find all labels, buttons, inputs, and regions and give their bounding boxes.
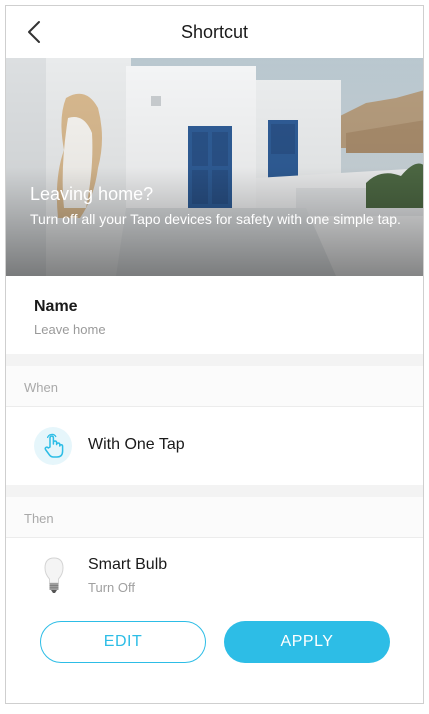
hero-text: Leaving home? Turn off all your Tapo dev…: [30, 184, 409, 228]
then-section-header: Then: [6, 497, 423, 538]
section-divider: [6, 354, 423, 366]
page-title: Shortcut: [180, 22, 249, 42]
device-row[interactable]: Smart Bulb Turn Off: [6, 538, 423, 616]
device-action: Turn Off: [88, 580, 135, 595]
edit-button[interactable]: EDIT: [40, 621, 206, 663]
tap-hand-icon: [34, 427, 72, 465]
top-bar: Shortcut: [6, 6, 423, 58]
name-section[interactable]: Name Leave home: [6, 276, 423, 354]
hero-heading: Leaving home?: [30, 184, 154, 204]
when-section-header: When: [6, 366, 423, 407]
shortcut-screen: Shortcut Leaving home? Turn off all your…: [5, 5, 424, 704]
name-value: Leave home: [34, 322, 106, 337]
section-divider: [6, 485, 423, 497]
bulb-icon: [44, 557, 64, 593]
hero-banner: Leaving home? Turn off all your Tapo dev…: [6, 58, 423, 276]
hero-image: [6, 58, 423, 276]
hero-description: Turn off all your Tapo devices for safet…: [30, 211, 401, 227]
when-header-label: When: [24, 380, 58, 395]
trigger-row[interactable]: With One Tap: [6, 407, 423, 485]
device-name: Smart Bulb: [88, 556, 168, 573]
trigger-label: With One Tap: [88, 436, 185, 453]
name-label: Name: [34, 298, 78, 315]
then-header-label: Then: [24, 511, 54, 526]
apply-button[interactable]: APPLY: [224, 621, 390, 663]
